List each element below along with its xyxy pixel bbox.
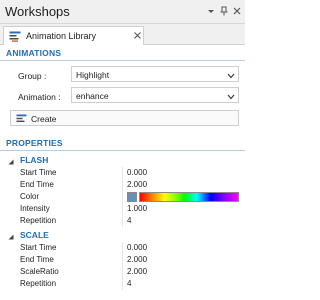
property-value[interactable]: 0.000 xyxy=(127,168,147,177)
panel-titlebar: Workshops xyxy=(0,0,245,24)
collapse-triangle-icon[interactable] xyxy=(8,232,14,240)
grid-divider xyxy=(122,266,123,278)
property-value[interactable]: 2.000 xyxy=(127,255,147,264)
properties-section-header: PROPERTIES xyxy=(0,136,245,150)
property-name: Intensity xyxy=(20,204,50,213)
grid-divider xyxy=(122,191,123,203)
property-category-scale[interactable]: SCALE xyxy=(0,229,245,241)
grid-divider xyxy=(122,254,123,266)
collapse-triangle-icon[interactable] xyxy=(8,157,14,165)
create-button-label: Create xyxy=(31,114,57,124)
property-value[interactable]: 4 xyxy=(127,279,131,288)
property-name: Repetition xyxy=(20,279,57,288)
panel-title: Workshops xyxy=(5,4,70,19)
close-icon[interactable] xyxy=(232,6,242,16)
property-row[interactable]: Repetition 4 xyxy=(0,215,245,227)
create-icon xyxy=(16,114,27,124)
category-label: FLASH xyxy=(20,155,49,165)
tab-label: Animation Library xyxy=(26,31,97,41)
property-name: Repetition xyxy=(20,216,57,225)
property-value[interactable]: 2.000 xyxy=(127,180,147,189)
tab-strip: Animation Library xyxy=(0,24,245,45)
property-row[interactable]: End Time 2.000 xyxy=(0,179,245,191)
property-row[interactable]: ScaleRatio 2.000 xyxy=(0,266,245,278)
animation-label: Animation : xyxy=(18,92,61,102)
category-label: SCALE xyxy=(20,230,49,240)
library-icon xyxy=(9,31,21,42)
section-divider xyxy=(0,150,245,151)
color-spectrum[interactable] xyxy=(139,192,239,202)
property-row[interactable]: Intensity 1.000 xyxy=(0,203,245,215)
pin-dropdown-icon[interactable] xyxy=(206,6,216,16)
property-row[interactable]: End Time 2.000 xyxy=(0,254,245,266)
grid-divider xyxy=(122,179,123,191)
grid-divider xyxy=(122,167,123,179)
animations-header-label: ANIMATIONS xyxy=(6,48,62,58)
chevron-down-icon xyxy=(227,71,235,79)
tab-close-icon[interactable] xyxy=(133,31,142,40)
group-label: Group : xyxy=(18,71,47,81)
property-value[interactable]: 0.000 xyxy=(127,243,147,252)
grid-divider xyxy=(122,242,123,254)
property-name: Start Time xyxy=(20,243,57,252)
property-name: Color xyxy=(20,192,40,201)
animation-select-value: enhance xyxy=(76,91,109,101)
property-row[interactable]: Start Time 0.000 xyxy=(0,242,245,254)
property-row[interactable]: Start Time 0.000 xyxy=(0,167,245,179)
property-value[interactable]: 4 xyxy=(127,216,131,225)
group-select-value: Highlight xyxy=(76,70,110,80)
grid-divider xyxy=(122,278,123,290)
property-name: End Time xyxy=(20,255,54,264)
color-picker[interactable] xyxy=(127,192,239,202)
tab-animation-library[interactable]: Animation Library xyxy=(3,26,144,45)
property-value[interactable]: 2.000 xyxy=(127,267,147,276)
property-name: End Time xyxy=(20,180,54,189)
grid-divider xyxy=(122,203,123,215)
animation-select[interactable]: enhance xyxy=(71,87,239,103)
property-row[interactable]: Repetition 4 xyxy=(0,278,245,290)
property-category-flash[interactable]: FLASH xyxy=(0,154,245,166)
properties-header-label: PROPERTIES xyxy=(6,138,63,148)
property-name: Start Time xyxy=(20,168,57,177)
property-row[interactable]: Color xyxy=(0,191,245,203)
section-divider xyxy=(0,60,245,61)
create-button[interactable]: Create xyxy=(10,110,239,126)
property-name: ScaleRatio xyxy=(20,267,59,276)
property-value[interactable]: 1.000 xyxy=(127,204,147,213)
animations-section-header: ANIMATIONS xyxy=(0,46,245,60)
grid-divider xyxy=(122,215,123,227)
pin-icon[interactable] xyxy=(219,6,229,16)
chevron-down-icon xyxy=(227,92,235,100)
group-select[interactable]: Highlight xyxy=(71,66,239,82)
color-swatch[interactable] xyxy=(127,192,137,202)
